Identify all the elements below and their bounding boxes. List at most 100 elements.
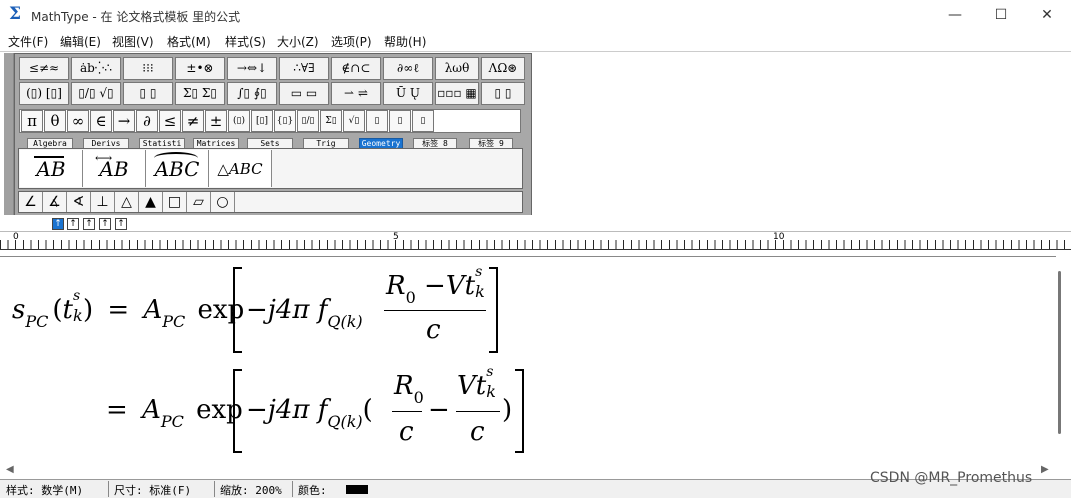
subscript-templates-button[interactable]: ▯ ▯ (123, 82, 173, 105)
relation-tab-stop-icon[interactable]: ↑ (99, 218, 111, 230)
decimal-tab-stop-icon[interactable]: ↑ (115, 218, 127, 230)
circle-icon[interactable]: ○ (211, 192, 235, 212)
menu-edit[interactable]: 编辑(E) (60, 33, 101, 50)
not-equal-symbol-button[interactable]: ≠ (182, 110, 204, 132)
relations-palette-button[interactable]: ≤≠≈ (19, 57, 69, 80)
eq2-frac2-numerator: Vt s k (457, 364, 496, 401)
menu-options[interactable]: 选项(P) (331, 33, 372, 50)
logic-palette-button[interactable]: ∴∀∃ (279, 57, 329, 80)
operators-palette-button[interactable]: ±•⊗ (175, 57, 225, 80)
equation-line-2-lhs: = APC exp (106, 395, 243, 431)
underbar-overbar-templates-button[interactable]: ▭ ▭ (279, 82, 329, 105)
line-template-button[interactable]: ⟷ AB (83, 150, 146, 187)
maximize-button[interactable]: ☐ (978, 0, 1024, 31)
eq1-num-minus: − (424, 271, 446, 301)
eq2-f: f (317, 395, 328, 425)
spaces-ellipses-palette-button[interactable]: ȧb⁛∴ (71, 57, 121, 80)
integral-templates-button[interactable]: ∫▯ ∮▯ (227, 82, 277, 105)
quick-symbol-bar: π θ ∞ ∈ → ∂ ≤ ≠ ± (▯) [▯] {▯} ▯/▯ Σ▯ √▯ … (19, 109, 521, 133)
eq1-t: t (62, 295, 73, 325)
tab-stop-bar: ↑ ↑ ↑ ↑ ↑ (0, 215, 1071, 231)
status-zoom: 缩放: 200% (220, 484, 282, 497)
fraction-template-button[interactable]: ▯/▯ (297, 110, 319, 132)
summation-templates-button[interactable]: Σ▯ Σ▯ (175, 82, 225, 105)
eq2-frac1-numerator: R0 (394, 371, 424, 407)
close-button[interactable]: ✕ (1024, 0, 1070, 31)
embellishments-palette-button[interactable]: ⁝⁝⁝ (123, 57, 173, 80)
pi-symbol-button[interactable]: π (21, 110, 43, 132)
labeled-arrow-templates-button[interactable]: ⇀ ⇌ (331, 82, 381, 105)
right-arrow-symbol-button[interactable]: → (113, 110, 135, 132)
menu-size[interactable]: 大小(Z) (277, 33, 319, 50)
box-templates-button[interactable]: ▯ ▯ (481, 82, 525, 105)
triangle-template-button[interactable]: △ABC (209, 150, 272, 187)
menu-style[interactable]: 样式(S) (225, 33, 266, 50)
watermark-text: CSDN @MR_Promethus (870, 470, 1033, 486)
theta-symbol-button[interactable]: θ (44, 110, 66, 132)
triangle-outline-icon[interactable]: △ (115, 192, 139, 212)
menu-help[interactable]: 帮助(H) (384, 33, 426, 50)
eq1-right-bracket (489, 267, 498, 353)
parentheses-template-button[interactable]: (▯) (228, 110, 250, 132)
plus-minus-symbol-button[interactable]: ± (205, 110, 227, 132)
segment-template-button[interactable]: AB (20, 150, 83, 187)
left-tab-stop-icon[interactable]: ↑ (52, 218, 64, 230)
menu-format[interactable]: 格式(M) (167, 33, 211, 50)
set-theory-palette-button[interactable]: ∉∩⊂ (331, 57, 381, 80)
eq2-equals: = (106, 395, 128, 425)
eq1-t-sub: k (72, 306, 83, 325)
center-tab-stop-icon[interactable]: ↑ (67, 218, 79, 230)
eq1-left-bracket (233, 267, 242, 353)
menu-view[interactable]: 视图(V) (112, 33, 154, 50)
arc-template-button[interactable]: ABC (146, 150, 209, 187)
scroll-left-icon[interactable]: ◀ (6, 464, 14, 475)
color-swatch (346, 485, 368, 494)
menu-file[interactable]: 文件(F) (8, 33, 48, 50)
sub-sup-template-button[interactable]: ▯ (412, 110, 434, 132)
brackets-template-button[interactable]: [▯] (251, 110, 273, 132)
eq2-A: A (142, 395, 161, 425)
scroll-right-icon[interactable]: ▶ (1041, 464, 1049, 475)
fraction-radical-templates-button[interactable]: ▯/▯ √▯ (71, 82, 121, 105)
eq1-equals: = (107, 295, 130, 325)
greek-lower-palette-button[interactable]: λωθ (435, 57, 479, 80)
braces-template-button[interactable]: {▯} (274, 110, 296, 132)
minimize-button[interactable]: — (932, 0, 978, 31)
less-equal-symbol-button[interactable]: ≤ (159, 110, 181, 132)
greek-upper-palette-button[interactable]: ΛΩ⊛ (481, 57, 525, 80)
eq2-f-sub: Q(k) (327, 412, 363, 431)
eq2-pi: π (292, 395, 310, 425)
ruler[interactable]: 0 5 10 (0, 231, 1071, 250)
parallelogram-icon[interactable]: ▱ (187, 192, 211, 212)
products-set-templates-button[interactable]: Ū Ų (383, 82, 433, 105)
geometry-symbol-row: ∠ ∡ ∢ ⊥ △ ▲ □ ▱ ○ (18, 191, 523, 213)
spherical-angle-icon[interactable]: ∢ (67, 192, 91, 212)
arrows-palette-button[interactable]: →⇔↓ (227, 57, 277, 80)
ruler-mark-0: 0 (13, 232, 19, 242)
menu-bar: 文件(F) 编辑(E) 视图(V) 格式(M) 样式(S) 大小(Z) 选项(P… (0, 31, 1071, 51)
misc-symbols-palette-button[interactable]: ∂∞ℓ (383, 57, 433, 80)
right-tab-stop-icon[interactable]: ↑ (83, 218, 95, 230)
eq1-num-R-sub: 0 (405, 288, 416, 307)
superscript-template-button[interactable]: ▯ (366, 110, 388, 132)
palette-drag-handle[interactable] (4, 53, 14, 215)
subscript-template-button[interactable]: ▯ (389, 110, 411, 132)
sqrt-template-button[interactable]: √▯ (343, 110, 365, 132)
triangle-filled-icon[interactable]: ▲ (139, 192, 163, 212)
fence-templates-button[interactable]: (▯) [▯] (19, 82, 69, 105)
measured-angle-icon[interactable]: ∡ (43, 192, 67, 212)
equation-line-1-arg: −j4π fQ(k) (246, 295, 363, 331)
element-of-symbol-button[interactable]: ∈ (90, 110, 112, 132)
eq2-lparen: ( (362, 395, 373, 425)
square-icon[interactable]: □ (163, 192, 187, 212)
equation-editor[interactable]: sPC (t s k) = APC exp −j4π fQ(k) R0 −Vt s k c… (0, 256, 1056, 464)
matrix-templates-button[interactable]: ▫▫▫ ▦ (435, 82, 479, 105)
sum-template-button[interactable]: Σ▯ (320, 110, 342, 132)
angle-icon[interactable]: ∠ (19, 192, 43, 212)
vertical-scroll-thumb[interactable] (1058, 271, 1061, 434)
partial-symbol-button[interactable]: ∂ (136, 110, 158, 132)
eq1-A-sub: PC (162, 312, 186, 331)
infinity-symbol-button[interactable]: ∞ (67, 110, 89, 132)
window-title: MathType - 在 论文格式模板 里的公式 (31, 10, 241, 24)
perpendicular-icon[interactable]: ⊥ (91, 192, 115, 212)
